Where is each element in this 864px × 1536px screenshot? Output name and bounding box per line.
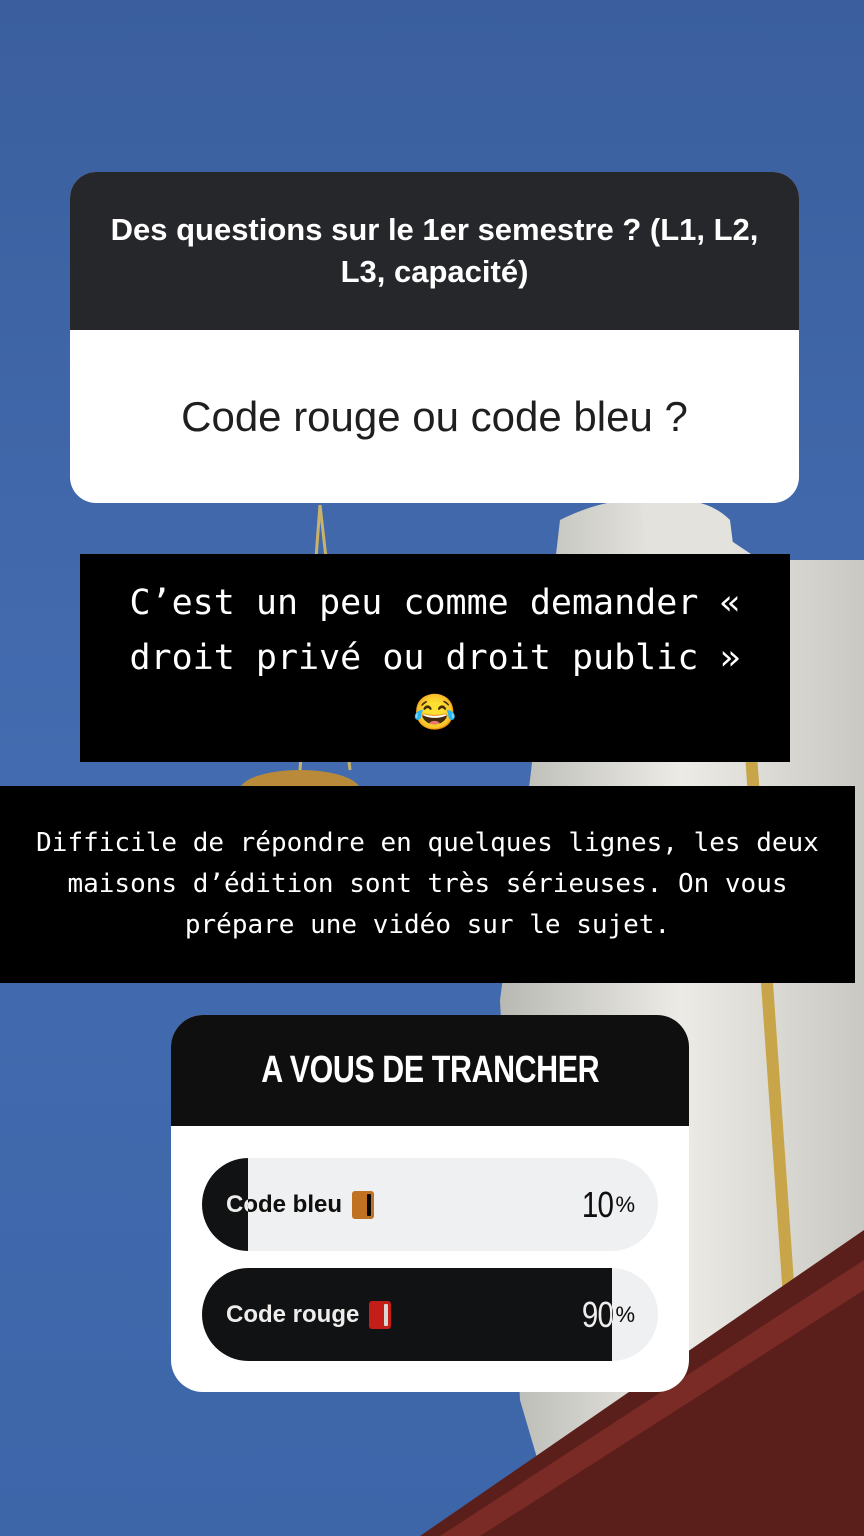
poll-option-label: Code bleu <box>226 1158 375 1251</box>
poll-option-code-bleu[interactable]: Code bleu 10% <box>202 1158 658 1251</box>
question-box: Des questions sur le 1er semestre ? (L1,… <box>70 172 799 503</box>
poll-sticker: A VOUS DE TRANCHER Code bleu 10% Code ro… <box>171 1015 689 1392</box>
poll-option-percent: 10% <box>575 1158 635 1251</box>
caption-text-2: Difficile de répondre en quelques lignes… <box>0 786 855 983</box>
question-prompt: Des questions sur le 1er semestre ? (L1,… <box>70 172 799 330</box>
percent-symbol: % <box>615 1191 635 1217</box>
poll-option-label: Code rouge <box>226 1268 392 1361</box>
poll-title: A VOUS DE TRANCHER <box>261 1049 599 1091</box>
poll-option-code-rouge[interactable]: Code rouge 90% <box>202 1268 658 1361</box>
blue-book-icon <box>352 1190 375 1219</box>
question-answer: Code rouge ou code bleu ? <box>181 392 688 440</box>
caption-text-1: C’est un peu comme demander « droit priv… <box>80 554 790 762</box>
red-book-icon <box>369 1300 392 1329</box>
poll-option-text: Code rouge <box>226 1300 360 1328</box>
percent-value: 90 <box>582 1293 614 1335</box>
poll-option-text: Code bleu <box>226 1190 343 1218</box>
percent-symbol: % <box>615 1301 635 1327</box>
poll-header: A VOUS DE TRANCHER <box>171 1015 689 1126</box>
percent-value: 10 <box>582 1183 614 1225</box>
poll-option-percent: 90% <box>575 1268 635 1361</box>
